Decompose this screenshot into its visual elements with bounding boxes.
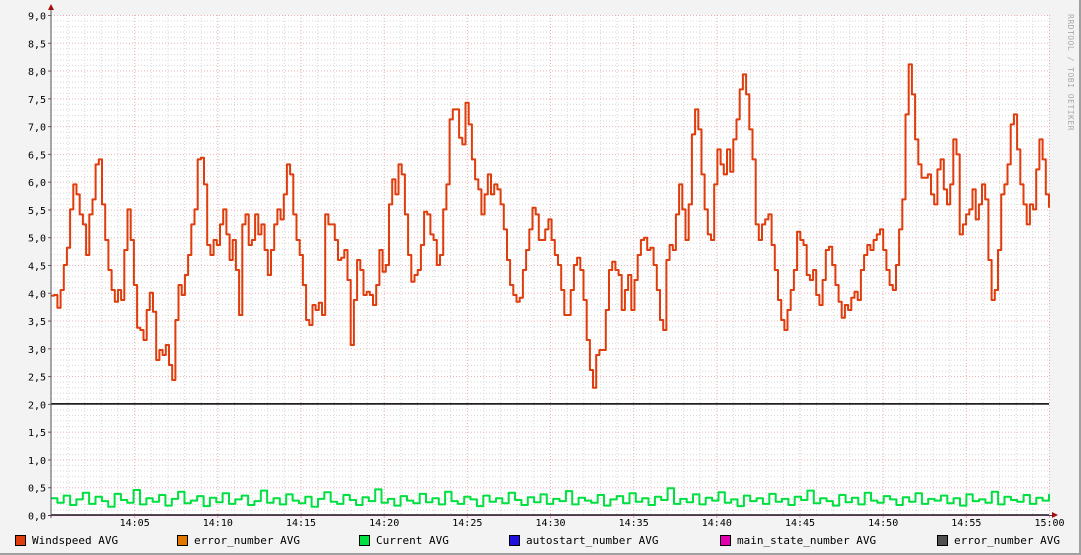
y-tick-label: 2,5 — [28, 373, 46, 384]
x-tick-label: 15:00 — [1034, 518, 1064, 529]
x-tick-label: 14:25 — [452, 518, 482, 529]
y-tick-label: 4,0 — [28, 289, 46, 300]
y-tick-label: 7,0 — [28, 123, 46, 134]
legend: Windspeed AVG error_number AVG Current AVG… — [0, 534, 1081, 550]
x-tick-label: 14:10 — [203, 518, 233, 529]
y-axis-arrow — [48, 4, 54, 10]
legend-swatch — [15, 535, 26, 546]
x-tick-label: 14:40 — [702, 518, 732, 529]
y-tick-label: 0,5 — [28, 484, 46, 495]
legend-swatch — [177, 535, 188, 546]
x-tick-label: 14:30 — [535, 518, 565, 529]
y-tick-label: 8,0 — [28, 67, 46, 78]
x-tick-label: 14:20 — [369, 518, 399, 529]
y-tick-label: 3,0 — [28, 345, 46, 356]
legend-item: autostart_number AVG — [509, 534, 658, 547]
x-tick-label: 14:55 — [951, 518, 981, 529]
y-tick-label: 0,0 — [28, 512, 46, 523]
legend-item: error_number AVG — [937, 534, 1060, 547]
y-tick-label: 6,0 — [28, 178, 46, 189]
y-tick-label: 6,5 — [28, 150, 46, 161]
legend-swatch — [720, 535, 731, 546]
legend-label: Windspeed AVG — [32, 534, 119, 547]
legend-item: error_number AVG — [177, 534, 300, 547]
y-tick-label: 5,0 — [28, 234, 46, 245]
legend-swatch — [359, 535, 370, 546]
y-tick-label: 1,5 — [28, 428, 46, 439]
x-tick-label: 14:50 — [868, 518, 898, 529]
y-tick-label: 2,0 — [28, 400, 46, 411]
x-tick-label: 14:35 — [619, 518, 649, 529]
rrd-chart: 0,0 0,5 1,0 1,5 2,0 2,5 3,0 3,5 4,0 4,5 5,0 5,5 6,0 6… — [28, 4, 1065, 529]
y-tick-label: 5,5 — [28, 206, 46, 217]
y-tick-label: 4,5 — [28, 262, 46, 273]
x-tick-label: 14:15 — [286, 518, 316, 529]
y-tick-label: 1,0 — [28, 456, 46, 467]
rrdtool-watermark: RRDTOOL / TOBI OETIKER — [1066, 14, 1075, 131]
x-tick-label: 14:05 — [120, 518, 150, 529]
legend-label: main_state_number AVG — [737, 534, 877, 547]
y-tick-label: 3,5 — [28, 317, 46, 328]
y-tick-label: 7,5 — [28, 95, 46, 106]
legend-swatch — [937, 535, 948, 546]
y-tick-label: 8,5 — [28, 39, 46, 50]
legend-item: Windspeed AVG — [15, 534, 118, 547]
x-tick-label: 14:45 — [785, 518, 815, 529]
legend-label: error_number AVG — [194, 534, 300, 547]
y-tick-label: 9,0 — [28, 12, 46, 23]
legend-item: main_state_number AVG — [720, 534, 876, 547]
legend-label: Current AVG — [376, 534, 449, 547]
legend-item: Current AVG — [359, 534, 449, 547]
legend-swatch — [509, 535, 520, 546]
legend-label: autostart_number AVG — [526, 534, 659, 547]
legend-label: error_number AVG — [954, 534, 1060, 547]
